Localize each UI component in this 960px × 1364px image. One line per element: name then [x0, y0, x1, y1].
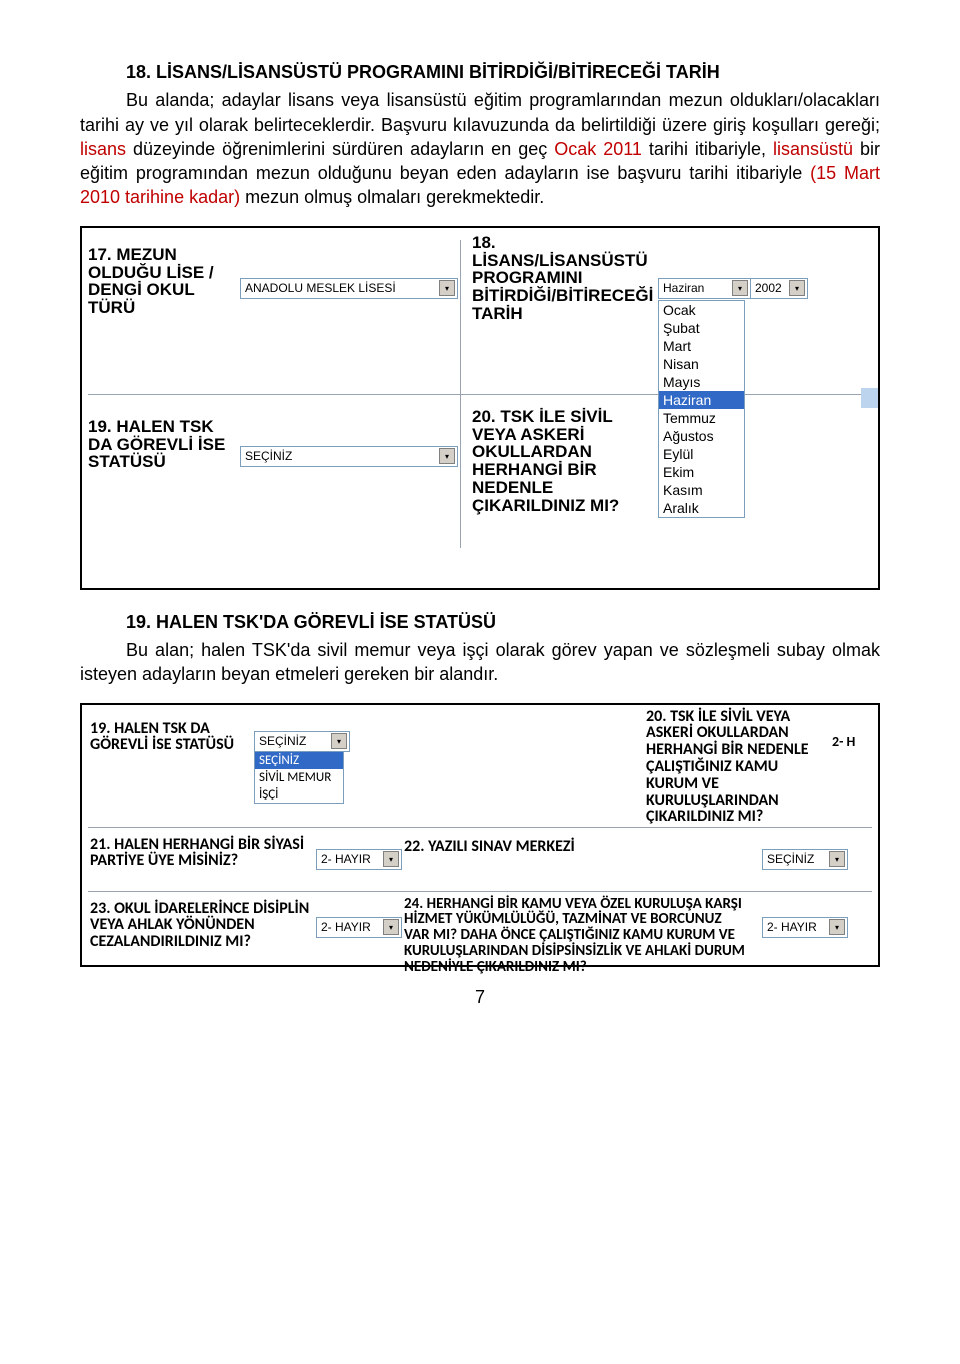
select-q19[interactable]: SEÇİNİZ▾	[240, 446, 458, 467]
divider	[88, 827, 872, 828]
dropdown-q19b[interactable]: SEÇİNİZSİVİL MEMURİŞÇİ	[254, 751, 344, 804]
label-q21: 21. HALEN HERHANGİ BİR SİYASİ PARTİYE ÜY…	[90, 837, 310, 871]
section-18-heading: 18. LİSANS/LİSANSÜSTÜ PROGRAMINI BİTİRDİ…	[80, 60, 880, 84]
label-q19b: 19. HALEN TSK DA GÖREVLİ İSE STATÜSÜ	[90, 721, 246, 755]
label-q20b: 20. TSK İLE SİVİL VEYA ASKERİ OKULLARDAN…	[646, 709, 826, 827]
option-Mayıs[interactable]: Mayıs	[659, 373, 744, 391]
chevron-down-icon: ▾	[789, 280, 805, 296]
select-q17[interactable]: ANADOLU MESLEK LİSESİ▾	[240, 278, 458, 299]
chevron-down-icon: ▾	[331, 733, 347, 749]
select-q23[interactable]: 2- HAYIR▾	[316, 917, 402, 938]
option-Kasım[interactable]: Kasım	[659, 481, 744, 499]
select-q22[interactable]: SEÇİNİZ▾	[762, 849, 848, 870]
label-q20: 20. TSK İLE SİVİL VEYA ASKERİ OKULLARDAN…	[472, 408, 652, 515]
page-number: 7	[80, 987, 880, 1008]
option-Nisan[interactable]: Nisan	[659, 355, 744, 373]
select-q24[interactable]: 2- HAYIR▾	[762, 917, 848, 938]
option-SİVİL MEMUR[interactable]: SİVİL MEMUR	[255, 769, 343, 786]
option-Haziran[interactable]: Haziran	[659, 391, 744, 409]
select-q18-year[interactable]: 2002▾	[750, 278, 808, 299]
option-Ocak[interactable]: Ocak	[659, 301, 744, 319]
select-q21[interactable]: 2- HAYIR▾	[316, 849, 402, 870]
section-18-body: Bu alanda; adaylar lisans veya lisansüst…	[80, 88, 880, 209]
value-q20b: 2- H	[832, 733, 855, 750]
divider	[88, 891, 872, 892]
option-SEÇİNİZ[interactable]: SEÇİNİZ	[255, 752, 343, 769]
label-q17: 17. MEZUN OLDUĞU LİSE / DENGİ OKUL TÜRÜ	[88, 246, 234, 317]
scrollbar[interactable]	[861, 388, 878, 408]
option-İŞÇİ[interactable]: İŞÇİ	[255, 786, 343, 803]
chevron-down-icon: ▾	[829, 851, 845, 867]
divider	[88, 394, 872, 395]
section-18-title: 18. LİSANS/LİSANSÜSTÜ PROGRAMINI BİTİRDİ…	[126, 62, 720, 82]
option-Şubat[interactable]: Şubat	[659, 319, 744, 337]
screenshot-2: 19. HALEN TSK DA GÖREVLİ İSE STATÜSÜ SEÇ…	[80, 703, 880, 967]
label-q24: 24. HERHANGİ BİR KAMU VEYA ÖZEL KURULUŞA…	[404, 897, 750, 976]
option-Eylül[interactable]: Eylül	[659, 445, 744, 463]
chevron-down-icon: ▾	[383, 919, 399, 935]
label-q22: 22. YAZILI SINAV MERKEZİ	[404, 837, 604, 856]
select-q18-month[interactable]: Haziran▾	[658, 278, 751, 299]
section-19-body: Bu alan; halen TSK'da sivil memur veya i…	[80, 638, 880, 687]
option-Temmuz[interactable]: Temmuz	[659, 409, 744, 427]
chevron-down-icon: ▾	[439, 280, 455, 296]
section-19-title: 19. HALEN TSK'DA GÖREVLİ İSE STATÜSÜ	[126, 612, 496, 632]
vertical-divider	[460, 240, 461, 548]
label-q18: 18. LİSANS/LİSANSÜSTÜ PROGRAMINI BİTİRDİ…	[472, 234, 652, 323]
option-Ekim[interactable]: Ekim	[659, 463, 744, 481]
chevron-down-icon: ▾	[383, 851, 399, 867]
chevron-down-icon: ▾	[829, 919, 845, 935]
select-q19b[interactable]: SEÇİNİZ▾	[254, 731, 350, 752]
label-q23: 23. OKUL İDARELERİNCE DİSİPLİN VEYA AHLA…	[90, 901, 310, 951]
option-Mart[interactable]: Mart	[659, 337, 744, 355]
screenshot-1: 17. MEZUN OLDUĞU LİSE / DENGİ OKUL TÜRÜ …	[80, 226, 880, 590]
section-19-heading: 19. HALEN TSK'DA GÖREVLİ İSE STATÜSÜ	[80, 610, 880, 634]
option-Aralık[interactable]: Aralık	[659, 499, 744, 517]
option-Ağustos[interactable]: Ağustos	[659, 427, 744, 445]
dropdown-months[interactable]: OcakŞubatMartNisanMayısHaziranTemmuzAğus…	[658, 300, 745, 518]
chevron-down-icon: ▾	[439, 448, 455, 464]
chevron-down-icon: ▾	[732, 280, 748, 296]
label-q19: 19. HALEN TSK DA GÖREVLİ İSE STATÜSÜ	[88, 418, 234, 472]
